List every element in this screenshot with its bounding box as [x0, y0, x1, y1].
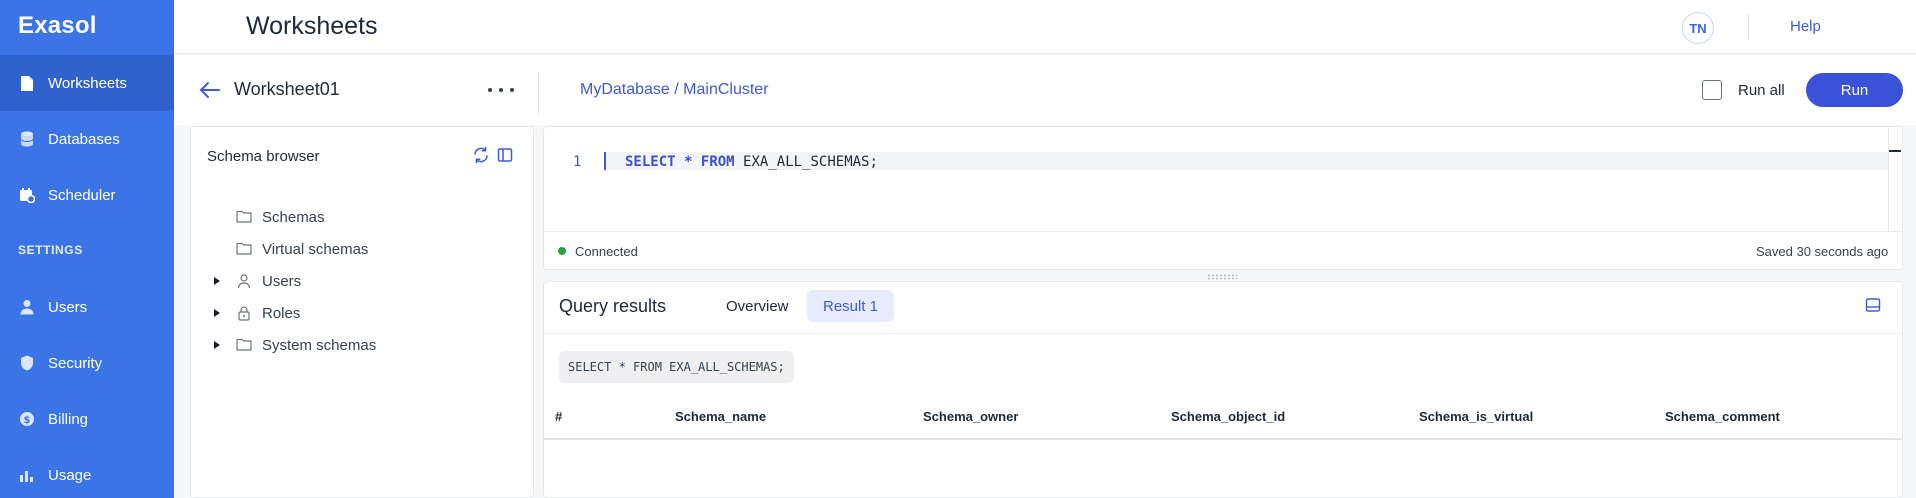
refresh-icon[interactable]: [472, 146, 490, 164]
connection-status: Connected: [575, 244, 638, 259]
tree-item-label: Schemas: [262, 208, 325, 226]
tree-item-users[interactable]: Users: [212, 270, 301, 292]
sql-editor[interactable]: [543, 126, 1903, 270]
tree-item-roles[interactable]: Roles: [212, 302, 300, 324]
divider: [544, 231, 1902, 232]
connection-status-dot: [558, 247, 566, 255]
sidebar-item-usage[interactable]: Usage: [0, 447, 174, 498]
lock-icon: [236, 305, 252, 321]
tab-overview[interactable]: Overview: [710, 290, 805, 322]
resize-handle[interactable]: [1207, 274, 1237, 280]
back-arrow-icon[interactable]: [198, 78, 222, 102]
column-header[interactable]: Schema_name: [675, 409, 766, 424]
tree-item-label: Users: [262, 272, 302, 290]
sidebar-item-users[interactable]: Users: [0, 279, 174, 335]
code-line[interactable]: SELECT * FROM EXA_ALL_SCHEMAS;: [625, 154, 878, 170]
tab-result-1[interactable]: Result 1: [807, 290, 895, 322]
sidebar-item-label: Worksheets: [48, 74, 127, 92]
folder-icon: [236, 209, 252, 225]
tree-item-label: Roles: [262, 304, 301, 322]
more-options-icon[interactable]: [488, 80, 514, 100]
dock-panel-icon[interactable]: [1865, 297, 1881, 313]
expand-caret-icon[interactable]: [212, 309, 222, 317]
sql-keyword: SELECT: [625, 154, 676, 170]
text-cursor: [604, 152, 606, 170]
executed-query: SELECT * FROM EXA_ALL_SCHEMAS;: [559, 351, 794, 383]
settings-section-heading: SETTINGS: [18, 243, 83, 257]
schema-browser-title: Schema browser: [207, 148, 320, 165]
user-icon: [18, 298, 36, 316]
exasol-logo[interactable]: Exasol: [18, 12, 97, 40]
save-status: Saved 30 seconds ago: [1756, 244, 1889, 259]
file-icon: [18, 74, 36, 92]
user-icon: [236, 273, 252, 289]
sidebar-item-label: Databases: [48, 130, 120, 148]
line-number: 1: [573, 154, 582, 170]
sql-keyword: FROM: [700, 154, 735, 170]
column-header[interactable]: Schema_owner: [923, 409, 1018, 424]
folder-icon: [236, 337, 252, 353]
tree-item-label: Virtual schemas: [262, 240, 369, 258]
table-header-divider: [544, 438, 1902, 440]
sidebar-item-label: Security: [48, 354, 103, 372]
worksheet-header: [174, 55, 1916, 125]
column-header[interactable]: Schema_is_virtual: [1419, 409, 1533, 424]
database-icon: [18, 130, 36, 148]
run-all-checkbox[interactable]: [1702, 80, 1722, 100]
sql-operator: *: [684, 154, 693, 170]
run-button[interactable]: Run: [1806, 73, 1903, 107]
bar-chart-icon: [18, 466, 36, 484]
divider: [544, 333, 1902, 334]
calendar-icon: [18, 186, 36, 204]
column-header[interactable]: Schema_object_id: [1171, 409, 1285, 424]
sidebar-item-label: Usage: [48, 466, 92, 484]
scrollbar-thumb[interactable]: [1889, 150, 1901, 152]
editor-scrollbar[interactable]: [1888, 127, 1889, 231]
divider: [538, 72, 539, 114]
sidebar-item-scheduler[interactable]: Scheduler: [0, 167, 174, 223]
column-header[interactable]: Schema_comment: [1665, 409, 1780, 424]
folder-icon: [236, 241, 252, 257]
sidebar: Exasol Worksheets Databases Scheduler SE…: [0, 0, 174, 498]
sidebar-item-databases[interactable]: Databases: [0, 111, 174, 167]
top-bar: Worksheets TN Help: [174, 0, 1916, 54]
sidebar-item-label: Scheduler: [48, 186, 116, 204]
results-title: Query results: [559, 296, 667, 316]
help-link[interactable]: Help: [1790, 18, 1821, 35]
divider: [1748, 14, 1749, 40]
collapse-panel-icon[interactable]: [496, 146, 514, 164]
avatar[interactable]: TN: [1682, 12, 1714, 44]
worksheet-name[interactable]: Worksheet01: [234, 79, 340, 100]
tree-item-system-schemas[interactable]: System schemas: [212, 334, 376, 356]
sidebar-item-worksheets[interactable]: Worksheets: [0, 55, 174, 111]
sidebar-item-label: Users: [48, 298, 88, 316]
svg-text:$: $: [24, 415, 31, 426]
sql-identifier: EXA_ALL_SCHEMAS;: [743, 154, 878, 170]
tree-item-virtual-schemas[interactable]: Virtual schemas: [212, 238, 368, 260]
sidebar-item-billing[interactable]: $ Billing: [0, 391, 174, 447]
run-all-label: Run all: [1738, 82, 1785, 99]
page-title: Worksheets: [246, 12, 378, 40]
tree-item-schemas[interactable]: Schemas: [212, 206, 325, 228]
database-selector[interactable]: MyDatabase / MainCluster: [580, 81, 769, 99]
sidebar-item-security[interactable]: Security: [0, 335, 174, 391]
dollar-circle-icon: $: [18, 410, 36, 428]
expand-caret-icon[interactable]: [212, 277, 222, 285]
shield-icon: [18, 354, 36, 372]
tree-item-label: System schemas: [262, 336, 377, 354]
expand-caret-icon[interactable]: [212, 341, 222, 349]
sidebar-item-label: Billing: [48, 410, 89, 428]
column-header[interactable]: #: [555, 409, 562, 424]
